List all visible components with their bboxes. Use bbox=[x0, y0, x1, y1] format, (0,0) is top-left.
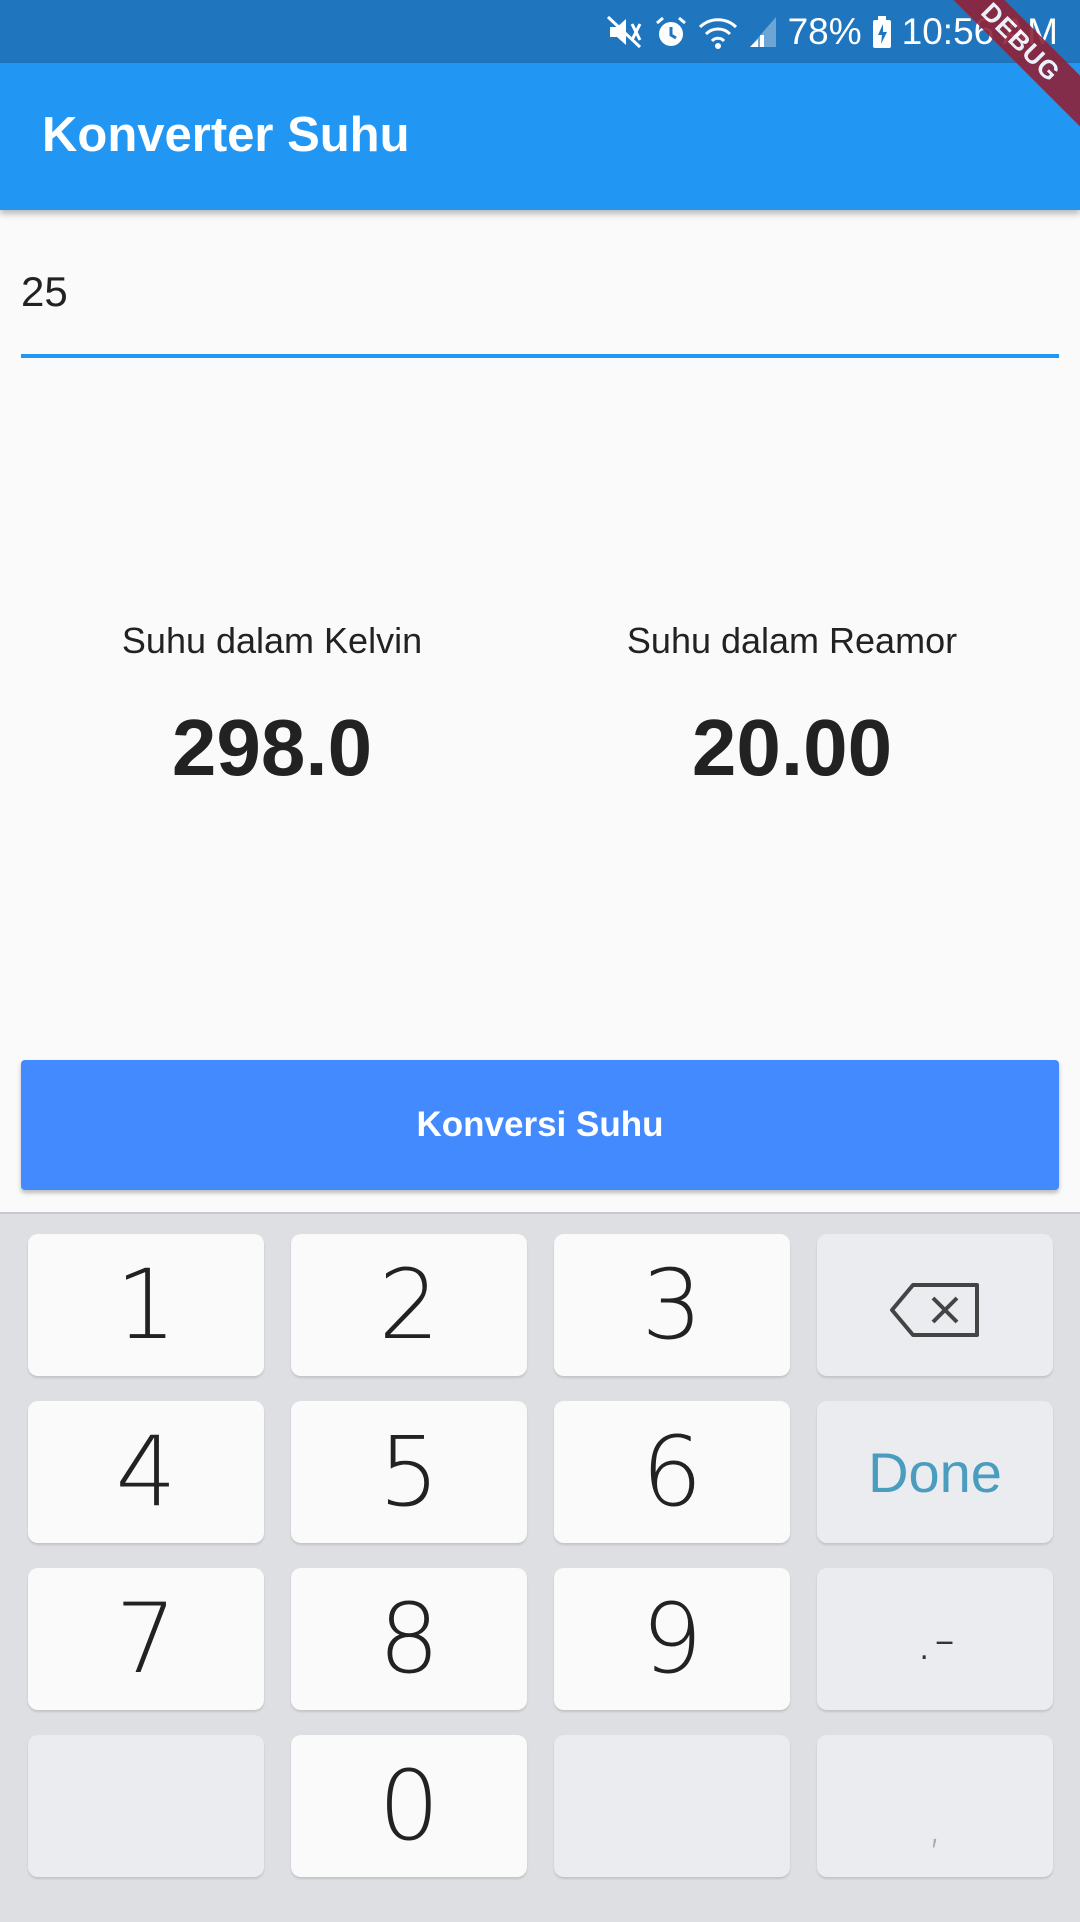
alarm-icon bbox=[654, 15, 688, 49]
input-underline bbox=[21, 354, 1059, 358]
convert-button[interactable]: Konversi Suhu bbox=[21, 1060, 1059, 1190]
battery-icon bbox=[872, 15, 892, 49]
numeric-keyboard: 1 2 3 4 5 6 Done 7 8 9 .- 0 , bbox=[0, 1212, 1080, 1922]
wifi-icon bbox=[698, 15, 738, 49]
signal-icon bbox=[748, 15, 778, 49]
key-blank-right[interactable] bbox=[554, 1735, 790, 1877]
reamor-result: Suhu dalam Reamor 20.00 bbox=[542, 620, 1042, 794]
key-backspace[interactable] bbox=[817, 1234, 1053, 1376]
key-3[interactable]: 3 bbox=[554, 1234, 790, 1376]
status-bar: 78% 10:56 AM DEBUG bbox=[0, 0, 1080, 137]
kelvin-result: Suhu dalam Kelvin 298.0 bbox=[22, 620, 522, 794]
key-6[interactable]: 6 bbox=[554, 1401, 790, 1543]
key-dot-minus[interactable]: .- bbox=[817, 1568, 1053, 1710]
app-title: Konverter Suhu bbox=[42, 108, 410, 162]
key-2[interactable]: 2 bbox=[291, 1234, 527, 1376]
key-4[interactable]: 4 bbox=[28, 1401, 264, 1543]
kelvin-value: 298.0 bbox=[171, 703, 373, 792]
key-0[interactable]: 0 bbox=[291, 1735, 527, 1877]
key-comma[interactable]: , bbox=[817, 1735, 1053, 1877]
battery-percent: 78% bbox=[787, 11, 862, 52]
app-bar: Konverter Suhu bbox=[0, 63, 1080, 210]
reamor-value: 20.00 bbox=[691, 703, 893, 792]
key-8[interactable]: 8 bbox=[291, 1568, 527, 1710]
key-5[interactable]: 5 bbox=[291, 1401, 527, 1543]
kelvin-label: Suhu dalam Kelvin bbox=[121, 620, 423, 661]
temperature-input[interactable] bbox=[21, 262, 1059, 322]
backspace-icon bbox=[889, 1249, 981, 1361]
key-9[interactable]: 9 bbox=[554, 1568, 790, 1710]
key-1[interactable]: 1 bbox=[28, 1234, 264, 1376]
key-blank-left[interactable] bbox=[28, 1735, 264, 1877]
mute-icon bbox=[606, 15, 644, 49]
key-done[interactable]: Done bbox=[817, 1401, 1053, 1543]
key-7[interactable]: 7 bbox=[28, 1568, 264, 1710]
reamor-label: Suhu dalam Reamor bbox=[626, 620, 958, 661]
